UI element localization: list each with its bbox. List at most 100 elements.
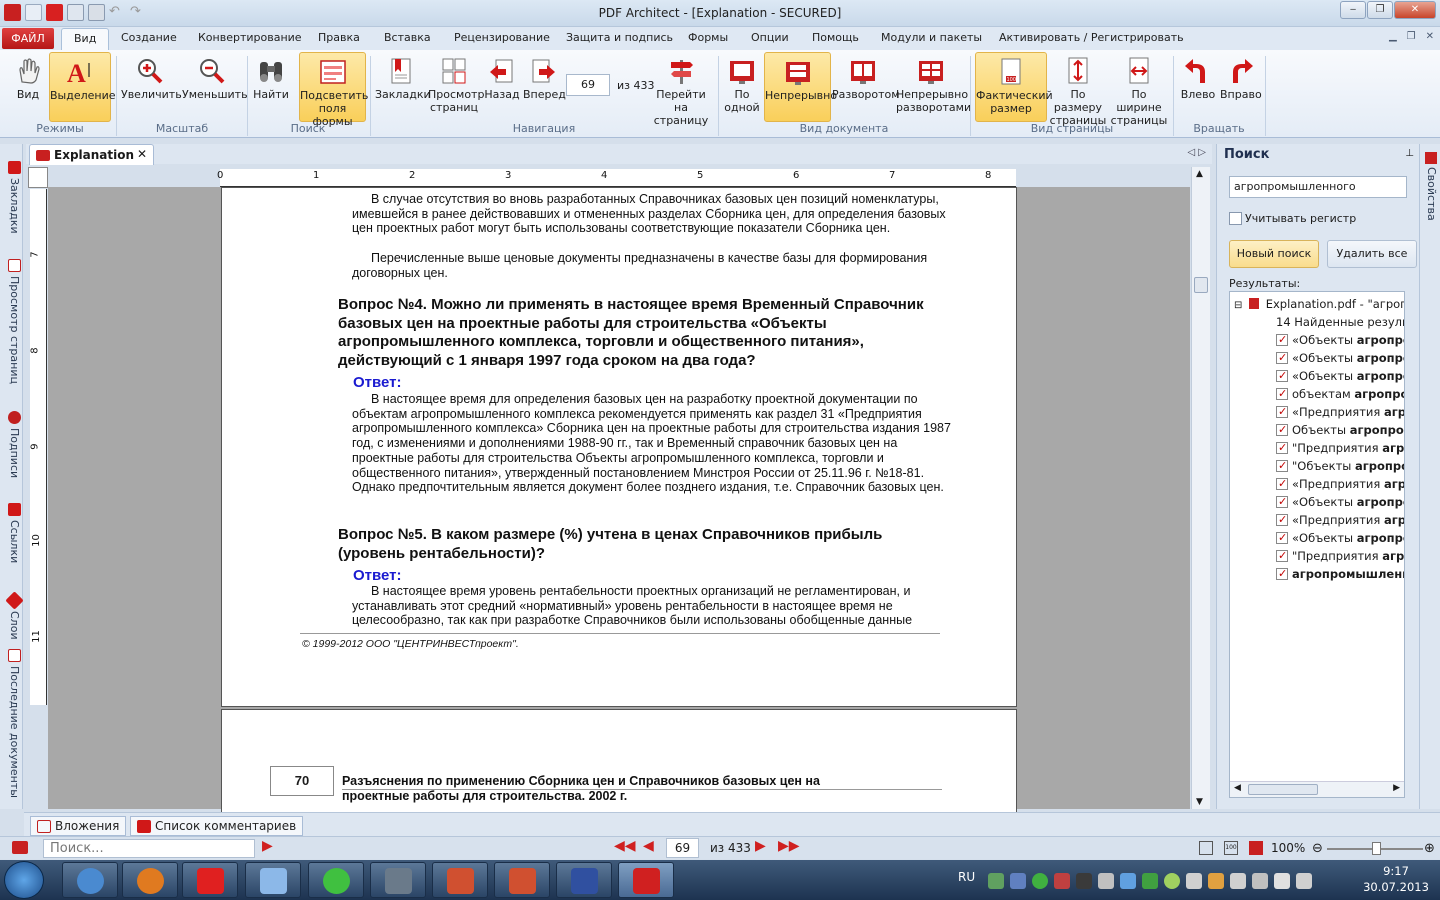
result-checkbox[interactable]	[1276, 511, 1288, 529]
search-result-item[interactable]: «Объекты агропро	[1276, 367, 1404, 385]
highlight-form-fields-button[interactable]: Подсветить поля формы	[299, 52, 368, 128]
bookmarks-button[interactable]: Закладки	[375, 52, 431, 122]
search-result-item[interactable]: "Объекты агропрог	[1276, 457, 1404, 475]
ribbon-minimize-icon[interactable]: ▁	[1389, 31, 1397, 42]
result-checkbox[interactable]	[1276, 475, 1288, 493]
zoom-in-icon[interactable]: ⊕	[1424, 841, 1435, 856]
tab-review[interactable]: Рецензирование	[454, 31, 550, 44]
fit-page-icon[interactable]	[1199, 841, 1213, 855]
tab-edit[interactable]: Правка	[318, 31, 360, 44]
language-indicator[interactable]: RU	[958, 870, 975, 884]
search-result-item[interactable]: "Предприятия агро	[1276, 547, 1404, 565]
sidebar-tab-signatures[interactable]: Подписи	[2, 400, 21, 490]
tray-icon[interactable]	[1252, 873, 1268, 889]
taskbar-app-firefox[interactable]	[122, 862, 178, 898]
ruler-corner[interactable]	[28, 167, 48, 188]
search-result-item[interactable]: «Объекты агропро	[1276, 331, 1404, 349]
comments-list-tab[interactable]: Список комментариев	[130, 816, 304, 836]
pin-icon[interactable]: ⊥	[1405, 148, 1414, 159]
scrollbar-thumb[interactable]	[1194, 277, 1208, 293]
zoom-out-icon[interactable]: ⊖	[1312, 841, 1323, 856]
volume-icon[interactable]	[1274, 873, 1290, 889]
actual-size-icon[interactable]: 100	[1224, 841, 1238, 855]
search-result-item[interactable]: агропромышлени	[1276, 565, 1404, 583]
scroll-down-icon[interactable]: ▼	[1196, 797, 1203, 807]
search-go-icon[interactable]: ▶	[262, 838, 273, 854]
result-checkbox[interactable]	[1276, 529, 1288, 547]
tray-icon[interactable]	[988, 873, 1004, 889]
scroll-right-icon[interactable]: ▶	[1393, 783, 1400, 793]
zoom-out-button[interactable]: Уменьшить	[182, 52, 248, 122]
tab-modules[interactable]: Модули и пакеты	[881, 31, 982, 44]
go-to-page-button[interactable]: Перейти на страницу	[648, 52, 714, 127]
tray-icon[interactable]	[1186, 873, 1202, 889]
tray-icon[interactable]	[1032, 873, 1048, 889]
match-case-checkbox[interactable]	[1229, 212, 1242, 225]
scrollbar-thumb[interactable]	[1248, 784, 1318, 795]
tray-icon[interactable]	[1208, 873, 1224, 889]
result-checkbox[interactable]	[1276, 493, 1288, 511]
close-tab-icon[interactable]: ✕	[137, 147, 147, 161]
hand-tool-button[interactable]: Вид	[8, 52, 48, 122]
delete-all-button[interactable]: Удалить все	[1327, 240, 1417, 268]
taskbar-app-mail[interactable]	[62, 862, 118, 898]
document-tab-explanation[interactable]: Explanation ✕	[29, 144, 154, 165]
sidebar-tab-recent-documents[interactable]: Последние документы	[2, 648, 21, 798]
page-number-input[interactable]: 69	[566, 74, 610, 96]
tray-icon[interactable]	[1142, 873, 1158, 889]
scroll-left-icon[interactable]: ◀	[1234, 783, 1241, 793]
results-horizontal-scrollbar[interactable]: ◀ ▶	[1230, 781, 1404, 797]
search-result-item[interactable]: объектам агропром	[1276, 385, 1404, 403]
result-checkbox[interactable]	[1276, 547, 1288, 565]
results-root[interactable]: ⊟ Explanation.pdf - "агроп	[1234, 295, 1404, 313]
document-view[interactable]: В случае отсутствия во вновь разработанн…	[48, 187, 1190, 829]
previous-page-icon[interactable]: ◀	[643, 838, 654, 854]
actual-size-button[interactable]: 100 Фактический размер	[975, 52, 1053, 122]
fit-width-button[interactable]: По ширине страницы	[1109, 52, 1169, 127]
start-button[interactable]	[4, 861, 44, 899]
tab-forms[interactable]: Формы	[688, 31, 728, 44]
taskbar-app-monitor[interactable]	[370, 862, 426, 898]
search-result-item[interactable]: «Предприятия агро	[1276, 403, 1404, 421]
search-result-item[interactable]: «Объекты агропро	[1276, 493, 1404, 511]
document-vertical-scrollbar[interactable]: ▲ ▼	[1191, 167, 1210, 809]
taskbar-app-cubes-1[interactable]	[432, 862, 488, 898]
last-page-icon[interactable]: ▶▶	[778, 838, 800, 854]
tray-icon[interactable]	[1010, 873, 1026, 889]
tab-convert[interactable]: Конвертирование	[198, 31, 302, 44]
tab-help[interactable]: Помощь	[812, 31, 859, 44]
find-button[interactable]: Найти	[252, 52, 290, 122]
search-result-item[interactable]: «Предприятия агро	[1276, 511, 1404, 529]
result-checkbox[interactable]	[1276, 331, 1288, 349]
quick-search-input[interactable]: Поиск...	[43, 839, 255, 858]
tray-icon[interactable]	[1120, 873, 1136, 889]
sidebar-tab-links[interactable]: Ссылки	[2, 490, 21, 576]
tab-activate[interactable]: Активировать / Регистрировать	[999, 31, 1184, 44]
forward-button[interactable]: Вперед	[523, 52, 566, 122]
continuous-facing-button[interactable]: Непрерывно разворотами	[896, 52, 971, 122]
result-checkbox[interactable]	[1276, 385, 1288, 403]
taskbar-app-pdf-architect[interactable]	[618, 862, 674, 898]
zoom-slider-knob[interactable]	[1372, 842, 1381, 855]
file-menu-button[interactable]: ФАЙЛ	[2, 28, 54, 49]
attachments-tab[interactable]: Вложения	[30, 816, 127, 836]
new-search-button[interactable]: Новый поиск	[1229, 240, 1319, 268]
result-checkbox[interactable]	[1276, 349, 1288, 367]
result-checkbox[interactable]	[1276, 565, 1288, 583]
taskbar-app-cubes-2[interactable]	[494, 862, 550, 898]
close-window-button[interactable]: ✕	[1394, 1, 1436, 19]
taskbar-app-floppy[interactable]	[556, 862, 612, 898]
result-checkbox[interactable]	[1276, 439, 1288, 457]
tray-icon[interactable]	[1230, 873, 1246, 889]
status-page-input[interactable]: 69	[666, 838, 699, 858]
sidebar-tab-bookmarks[interactable]: Закладки	[2, 152, 21, 242]
taskbar-app-icq[interactable]	[308, 862, 364, 898]
tab-create[interactable]: Создание	[121, 31, 177, 44]
back-button[interactable]: Назад	[482, 52, 522, 122]
rotate-right-button[interactable]: Вправо	[1220, 52, 1262, 122]
single-page-button[interactable]: По одной	[722, 52, 762, 122]
search-result-item[interactable]: «Предприятия агро	[1276, 475, 1404, 493]
search-query-input[interactable]: агропромышленного	[1229, 176, 1407, 198]
tray-icon[interactable]	[1076, 873, 1092, 889]
search-result-item[interactable]: "Предприятия агро	[1276, 439, 1404, 457]
